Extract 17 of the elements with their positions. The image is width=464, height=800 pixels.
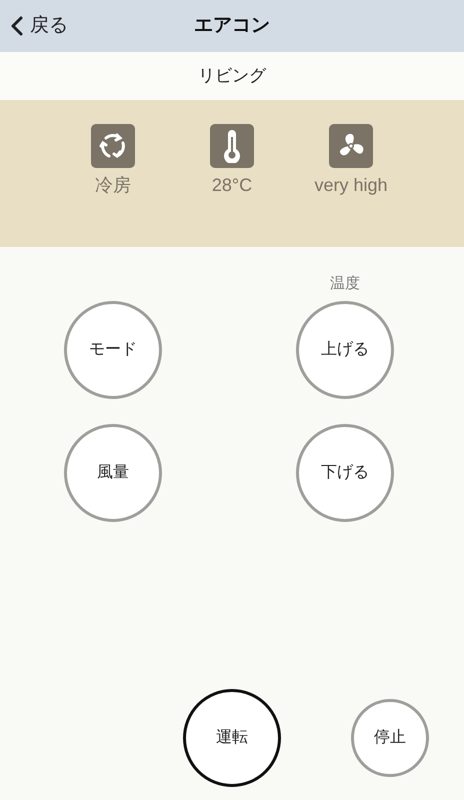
thermometer-icon: [210, 124, 254, 168]
window-title: エアコン: [194, 14, 270, 38]
fan-icon: [329, 124, 373, 168]
room-name: リビング: [198, 65, 266, 88]
back-button[interactable]: 戻る: [10, 12, 68, 40]
temperature-label: 温度: [330, 274, 360, 294]
chevron-left-icon: [10, 15, 24, 38]
status-label: very high: [314, 174, 388, 197]
run-button[interactable]: 運転: [183, 689, 281, 787]
status-label: 28°C: [212, 174, 252, 197]
stop-button[interactable]: 停止: [351, 699, 429, 777]
status-label: 冷房: [95, 174, 131, 197]
temperature-down-button[interactable]: 下げる: [296, 424, 394, 522]
fan-speed-button[interactable]: 風量: [64, 424, 162, 522]
cycle-arrows-icon: [91, 124, 135, 168]
mode-button[interactable]: モード: [64, 301, 162, 399]
temperature-up-button[interactable]: 上げる: [296, 301, 394, 399]
